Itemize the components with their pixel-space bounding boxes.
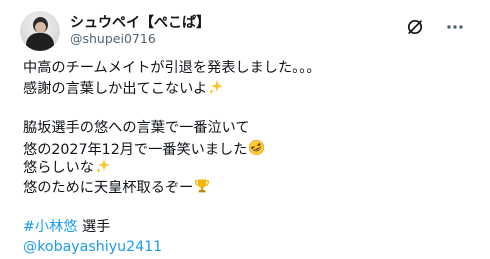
post-line: 感謝の言葉しか出てこないよ	[23, 79, 476, 99]
grok-icon[interactable]	[404, 16, 426, 38]
avatar-face	[35, 22, 46, 33]
post-text: 中高のチームメイトが引退を発表しました。。。 感謝の言葉しか出てこないよ 脇坂選…	[23, 59, 476, 258]
mention-link[interactable]: @kobayashiyu2411	[23, 239, 162, 255]
display-name[interactable]: シュウペイ【ぺこぱ】	[70, 15, 210, 31]
post-line: 中高のチームメイトが引退を発表しました。。。	[23, 59, 476, 79]
post-line-text: 選手	[77, 219, 111, 236]
post-line-text: 中高のチームメイトが引退を発表しました。。。	[23, 60, 321, 76]
sparkles-icon	[208, 79, 224, 102]
author-names: シュウペイ【ぺこぱ】 @shupei0716	[70, 15, 210, 46]
post-line: 脇坂選手の悠への言葉で一番泣いて	[23, 119, 476, 139]
post-line: @kobayashiyu2411	[23, 238, 476, 258]
post-line: 悠の2027年12月で一番笑いました	[23, 139, 476, 159]
header-actions	[404, 16, 466, 38]
post-line-text: 悠のために天皇杯取るぞー	[23, 180, 194, 197]
post-header: シュウペイ【ぺこぱ】 @shupei0716	[20, 10, 470, 52]
trophy-icon	[194, 178, 210, 201]
post-line-text: 感謝の言葉しか出てこないよ	[23, 80, 208, 97]
rolling-laughing-icon	[248, 139, 265, 163]
user-handle[interactable]: @shupei0716	[70, 31, 210, 46]
post-line-text: 脇坂選手の悠への言葉で一番泣いて	[23, 119, 250, 136]
hashtag-link[interactable]: #小林悠	[23, 219, 77, 235]
post-line: #小林悠 選手	[23, 218, 476, 238]
post-line: 悠のために天皇杯取るぞー	[23, 178, 476, 198]
more-options-icon[interactable]	[444, 16, 466, 38]
post-card: シュウペイ【ぺこぱ】 @shupei0716 中高のチームメイトが引退を発表しま…	[0, 0, 490, 259]
post-line-text: 悠らしいな	[23, 160, 94, 177]
avatar-body	[26, 33, 54, 51]
post-line-text: 悠の2027年12月で一番笑いました	[23, 141, 248, 158]
avatar[interactable]	[20, 11, 60, 51]
